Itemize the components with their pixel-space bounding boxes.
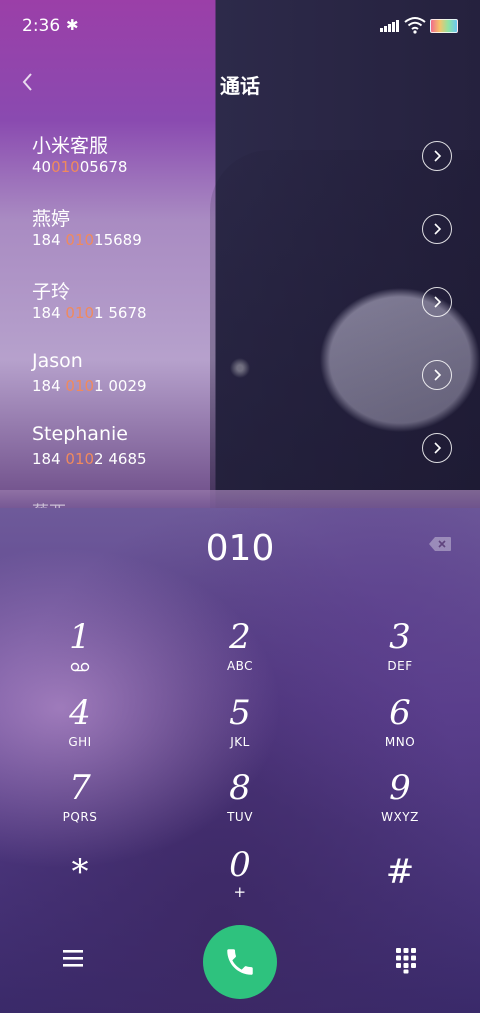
- battery-icon: [430, 19, 458, 33]
- signal-icon: [380, 20, 399, 32]
- contact-name: 燕婷: [32, 208, 71, 230]
- key-digit: 3: [389, 617, 411, 657]
- contact-detail-button[interactable]: [422, 287, 452, 317]
- contact-row[interactable]: 小米客服 4001005678: [0, 131, 480, 203]
- key-5[interactable]: 5 JKL: [180, 693, 300, 763]
- contact-name: 子玲: [32, 281, 71, 303]
- key-digit: 6: [389, 693, 411, 733]
- contact-row[interactable]: Jason 184 0101 0029: [0, 350, 480, 422]
- header: 通话: [0, 52, 480, 114]
- key-letters: ABC: [226, 659, 254, 673]
- contact-detail-button[interactable]: [422, 141, 452, 171]
- contact-name: Jason: [32, 350, 83, 372]
- key-digit: *: [71, 852, 89, 892]
- key-letters: JKL: [230, 735, 250, 749]
- key-letters: TUV: [227, 810, 253, 824]
- contact-row[interactable]: 燕婷 184 01015689: [0, 204, 480, 276]
- contact-number: 4001005678: [32, 158, 128, 176]
- chevron-right-icon: [434, 442, 442, 454]
- key-digit: 5: [229, 693, 251, 733]
- wifi-icon: [404, 17, 426, 34]
- chevron-right-icon: [434, 296, 442, 308]
- key-letters: MNO: [384, 735, 416, 749]
- dialed-number: 010: [205, 528, 275, 569]
- key-0[interactable]: 0 +: [180, 845, 300, 915]
- key-letters: WXYZ: [381, 810, 419, 824]
- key-digit: 8: [229, 768, 251, 808]
- key-digit: 7: [69, 768, 91, 808]
- key-1[interactable]: 1: [20, 617, 140, 687]
- contact-detail-button[interactable]: [422, 433, 452, 463]
- contact-number: 184 0101 0029: [32, 377, 147, 395]
- call-button[interactable]: [203, 925, 277, 999]
- key-digit: 4: [69, 693, 91, 733]
- key-letters: DEF: [387, 659, 413, 673]
- key-digit: #: [385, 852, 415, 892]
- page-title: 通话: [220, 74, 260, 98]
- key-7[interactable]: 7 PQRS: [20, 768, 140, 838]
- key-9[interactable]: 9 WXYZ: [340, 768, 460, 838]
- contact-name: Stephanie: [32, 423, 128, 445]
- dialpad-icon[interactable]: [394, 946, 418, 974]
- key-letters: GHI: [68, 735, 92, 749]
- key-digit: 2: [229, 617, 251, 657]
- key-8[interactable]: 8 TUV: [180, 768, 300, 838]
- contact-number: 184 01015689: [32, 231, 142, 249]
- key-6[interactable]: 6 MNO: [340, 693, 460, 763]
- key-2[interactable]: 2 ABC: [180, 617, 300, 687]
- chevron-right-icon: [434, 150, 442, 162]
- key-star[interactable]: *: [20, 852, 140, 922]
- chevron-right-icon: [434, 223, 442, 235]
- voicemail-icon: [70, 662, 90, 672]
- key-letters: +: [233, 883, 247, 901]
- contact-row[interactable]: Stephanie 184 0102 4685: [0, 423, 480, 495]
- key-letters: PQRS: [62, 810, 98, 824]
- contact-detail-button[interactable]: [422, 360, 452, 390]
- key-digit: 0: [229, 845, 251, 885]
- contact-detail-button[interactable]: [422, 214, 452, 244]
- status-time: 2:36: [22, 16, 61, 36]
- bluetooth-icon: ✱: [66, 16, 79, 34]
- contact-number: 184 0102 4685: [32, 450, 147, 468]
- phone-icon: [227, 949, 253, 975]
- backspace-icon[interactable]: [428, 536, 452, 552]
- status-bar: 2:36 ✱: [0, 0, 480, 52]
- menu-icon[interactable]: [62, 948, 84, 968]
- key-digit: 1: [69, 617, 91, 657]
- key-3[interactable]: 3 DEF: [340, 617, 460, 687]
- partial-contact-name: 蔡西: [32, 498, 66, 508]
- key-digit: 9: [389, 768, 411, 808]
- key-hash[interactable]: #: [340, 852, 460, 922]
- chevron-right-icon: [434, 369, 442, 381]
- dialer-screen: 2:36 ✱ 通话 小米客服 4001005678 燕婷 184 0101568…: [0, 0, 480, 1013]
- contact-number: 184 0101 5678: [32, 304, 147, 322]
- contact-row[interactable]: 子玲 184 0101 5678: [0, 277, 480, 349]
- key-4[interactable]: 4 GHI: [20, 693, 140, 763]
- contact-name: 小米客服: [32, 135, 109, 157]
